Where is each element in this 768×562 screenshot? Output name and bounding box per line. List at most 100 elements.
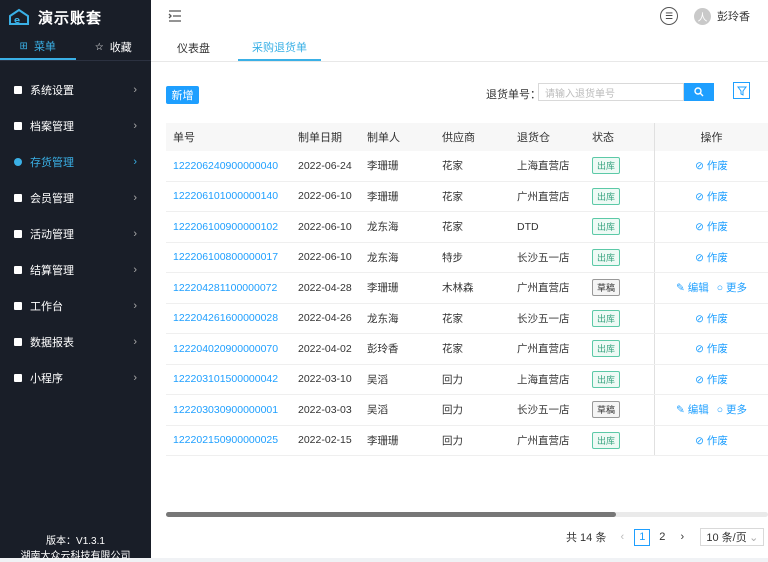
company-label: 湖南大众云科技有限公司 — [20, 551, 131, 562]
order-date: 2022-06-24 — [298, 159, 352, 172]
page-tabs: 仪表盘 采购退货单 — [151, 34, 768, 62]
void-button[interactable]: ⊘ 作废 — [695, 311, 728, 326]
order-maker: 彭玲香 — [367, 343, 399, 356]
tab-favorites[interactable]: ☆ 收藏 — [76, 34, 152, 60]
order-warehouse: 广州直营店 — [517, 190, 570, 203]
void-button[interactable]: ⊘ 作废 — [695, 189, 728, 204]
tab-dashboard[interactable]: 仪表盘 — [163, 34, 224, 61]
order-supplier: 花家 — [442, 190, 463, 203]
order-supplier: 木林森 — [442, 282, 474, 295]
order-no-link[interactable]: 122203101500000042 — [166, 373, 292, 385]
more-button[interactable]: ○ 更多 — [717, 280, 747, 295]
page-size-select[interactable]: 10 条/页 ⌄ — [700, 528, 765, 546]
order-no-link[interactable]: 122204281100000072 — [166, 282, 292, 294]
sidebar-tabs: ⊞ 菜单 ☆ 收藏 — [0, 34, 151, 61]
trash-icon: ⊘ — [695, 434, 704, 447]
void-button[interactable]: ⊘ 作废 — [695, 250, 728, 265]
col-order-no: 单号 — [173, 132, 195, 144]
order-supplier: 回力 — [442, 434, 463, 447]
order-date: 2022-06-10 — [298, 190, 352, 203]
inventory-icon — [14, 158, 22, 166]
order-warehouse: DTD — [517, 220, 539, 233]
sidebar-item-settlement[interactable]: 结算管理 › — [0, 252, 151, 288]
order-warehouse: 上海直营店 — [517, 160, 570, 173]
sidebar-item-members[interactable]: 会员管理 › — [0, 180, 151, 216]
sidebar-item-label: 活动管理 — [30, 229, 74, 241]
order-no-link[interactable]: 122206100900000102 — [166, 221, 292, 233]
tab-purchase-return[interactable]: 采购退货单 — [238, 34, 321, 61]
order-maker: 李珊珊 — [367, 160, 399, 173]
order-no-link[interactable]: 122206240900000040 — [166, 160, 292, 172]
order-no-link[interactable]: 122206101000000140 — [166, 190, 292, 202]
sidebar-item-system-settings[interactable]: 系统设置 › — [0, 72, 151, 108]
version-label: 版本：V1.3.1 — [46, 536, 105, 547]
edit-label: 编辑 — [687, 282, 709, 295]
status-badge: 出库 — [592, 431, 621, 449]
sidebar-item-miniprogram[interactable]: 小程序 › — [0, 360, 151, 396]
page-size-value: 10 条/页 — [706, 532, 747, 544]
sidebar-item-workbench[interactable]: 工作台 › — [0, 288, 151, 324]
prev-page-icon[interactable]: ‹ — [614, 529, 630, 546]
sidebar-item-archive[interactable]: 档案管理 › — [0, 108, 151, 144]
username[interactable]: 彭玲香 — [717, 8, 750, 24]
sidebar-item-label: 会员管理 — [30, 193, 74, 205]
table-row: 122206240900000040 2022-06-24 李珊珊 花家 上海直营店 出库… — [166, 151, 768, 182]
chevron-right-icon: › — [133, 192, 137, 204]
search-button[interactable] — [684, 83, 714, 101]
void-button[interactable]: ⊘ 作废 — [695, 219, 728, 234]
order-maker: 龙东海 — [367, 221, 399, 234]
status-badge: 草稿 — [592, 401, 621, 419]
sidebar-item-label: 系统设置 — [30, 85, 74, 97]
settings-icon — [14, 86, 22, 94]
order-supplier: 回力 — [442, 373, 463, 386]
status-badge: 出库 — [592, 157, 621, 175]
void-button[interactable]: ⊘ 作废 — [695, 341, 728, 356]
sidebar-item-reports[interactable]: 数据报表 › — [0, 324, 151, 360]
actions-cell: ⊘ 作废 — [654, 334, 768, 364]
sidebar-item-label: 档案管理 — [30, 121, 74, 133]
next-page-icon[interactable]: › — [674, 529, 690, 546]
void-button[interactable]: ⊘ 作废 — [695, 158, 728, 173]
collapse-menu-icon[interactable] — [168, 9, 182, 25]
tab-menu[interactable]: ⊞ 菜单 — [0, 34, 76, 60]
page-2[interactable]: 2 — [654, 529, 670, 546]
chevron-right-icon: › — [133, 336, 137, 348]
void-button[interactable]: ⊘ 作废 — [695, 372, 728, 387]
sidebar-item-activities[interactable]: 活动管理 › — [0, 216, 151, 252]
status-cell: 出库 — [586, 248, 654, 266]
order-no-link[interactable]: 122204020900000070 — [166, 343, 292, 355]
avatar[interactable]: 人 — [694, 7, 711, 25]
page-1[interactable]: 1 — [634, 528, 651, 546]
status-cell: 草稿 — [586, 279, 654, 297]
actions-cell: ⊘ 作废 — [654, 425, 768, 455]
menu-list-icon[interactable]: ☰ — [660, 7, 678, 25]
horizontal-scrollbar[interactable] — [166, 512, 616, 517]
order-date: 2022-03-10 — [298, 373, 352, 386]
sidebar-item-inventory[interactable]: 存货管理 › — [0, 144, 151, 180]
order-date: 2022-04-26 — [298, 312, 352, 325]
status-cell: 出库 — [586, 218, 654, 236]
sidebar-menu: 系统设置 › 档案管理 › 存货管理 › 会员管理 › 活动管理 › 结算管理 › 工作台 ›… — [0, 72, 151, 396]
report-icon — [14, 338, 22, 346]
order-no-link[interactable]: 122204261600000028 — [166, 312, 292, 324]
add-button[interactable]: 新增 — [166, 86, 199, 104]
actions-cell: ⊘ 作废 — [654, 151, 768, 181]
order-maker: 龙东海 — [367, 312, 399, 325]
edit-button[interactable]: ✎ 编辑 — [676, 280, 709, 295]
filter-button[interactable] — [733, 82, 750, 99]
more-label: 更多 — [726, 404, 747, 417]
sidebar-item-label: 数据报表 — [30, 337, 74, 349]
order-supplier: 特步 — [442, 251, 463, 264]
total-count: 共 14 条 — [566, 532, 607, 544]
edit-icon: ✎ — [676, 282, 685, 295]
svg-text:e: e — [14, 16, 20, 26]
order-no-link[interactable]: 122206100800000017 — [166, 251, 292, 263]
table-row: 122203030900000001 2022-03-03 吴滔 回力 长沙五一店 草稿 ✎… — [166, 395, 768, 426]
order-maker: 李珊珊 — [367, 434, 399, 447]
void-button[interactable]: ⊘ 作废 — [695, 433, 728, 448]
order-no-link[interactable]: 122203030900000001 — [166, 404, 292, 416]
more-button[interactable]: ○ 更多 — [717, 402, 747, 417]
search-input[interactable]: 请输入退货单号 — [538, 83, 684, 101]
order-no-link[interactable]: 122202150900000025 — [166, 434, 292, 446]
edit-button[interactable]: ✎ 编辑 — [676, 402, 709, 417]
